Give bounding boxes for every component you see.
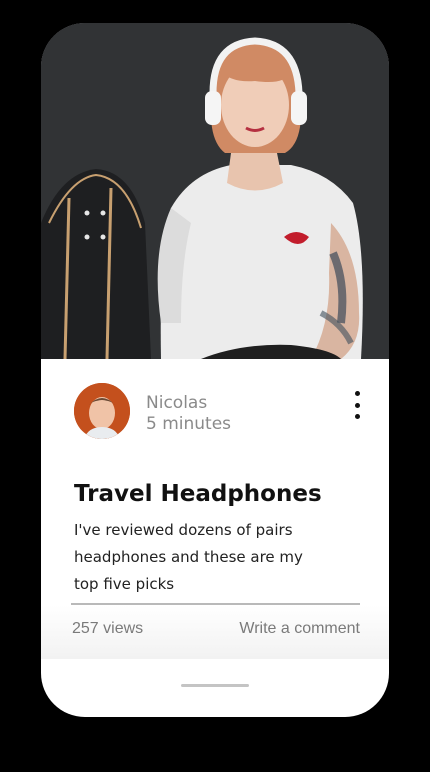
home-indicator[interactable] <box>181 684 249 687</box>
write-comment-link[interactable]: Write a comment <box>239 620 360 638</box>
more-vertical-icon[interactable] <box>345 391 369 419</box>
hero-illustration <box>41 23 389 359</box>
author-name[interactable]: Nicolas <box>146 393 207 413</box>
post-timestamp: 5 minutes <box>146 414 232 434</box>
post-body: I've reviewed dozens of pairs headphones… <box>74 521 303 593</box>
more-dot <box>354 402 360 408</box>
phone-screen: Nicolas 5 minutes Travel Headphones I've… <box>41 23 389 717</box>
avatar-image <box>74 383 130 439</box>
post-card: Nicolas 5 minutes Travel Headphones I've… <box>41 359 389 659</box>
hero-photo <box>41 23 389 359</box>
author-avatar[interactable] <box>74 383 130 439</box>
post-footer: 257 views Write a comment <box>41 605 389 659</box>
post-title[interactable]: Travel Headphones <box>74 481 322 507</box>
skateboard <box>41 169 151 359</box>
more-dot <box>354 414 360 419</box>
views-count: 257 views <box>72 620 144 637</box>
more-dot <box>354 391 360 396</box>
